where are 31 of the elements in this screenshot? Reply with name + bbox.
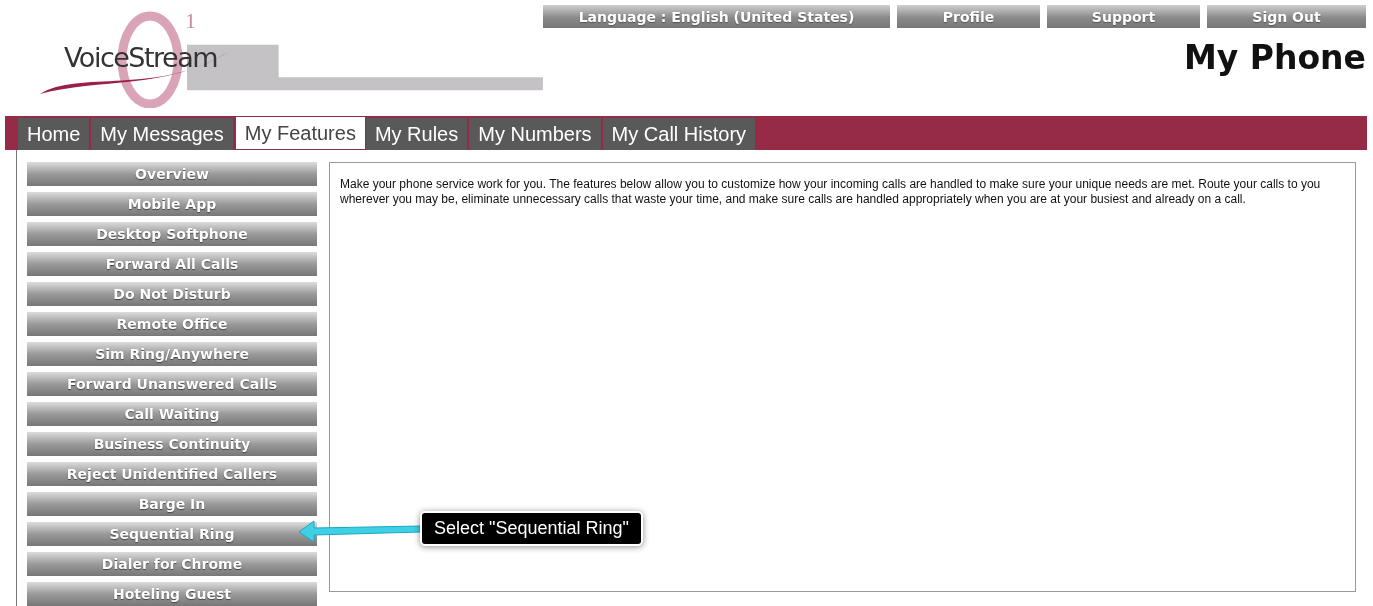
sidebar-item[interactable]: Remote Office (27, 312, 317, 336)
header-link[interactable]: Support (1047, 5, 1200, 28)
arrow-icon (298, 518, 422, 544)
sidebar-item[interactable]: Forward Unanswered Calls (27, 372, 317, 396)
sidebar-item[interactable]: Barge In (27, 492, 317, 516)
sidebar-item[interactable]: Call Waiting (27, 402, 317, 426)
nav-tab[interactable]: My Call History (602, 116, 758, 150)
sidebar-item[interactable]: Hoteling Guest (27, 582, 317, 606)
sidebar-item[interactable]: Mobile App (27, 192, 317, 216)
sidebar-item[interactable]: Business Continuity (27, 432, 317, 456)
header-link[interactable]: Sign Out (1207, 5, 1366, 28)
callout-tooltip: Select "Sequential Ring" (420, 511, 643, 546)
description-text: Make your phone service work for you. The features below allow you to customize how your incoming calls are handled to make sure your unique needs are met. Route your calls to you wherever you may be, eliminate unnecessary calls that waste your time, and make sure calls are handled appropriately when you are at your busiest and already on a call. (340, 177, 1322, 207)
nav-tab[interactable]: My Messages (91, 116, 235, 150)
sidebar-item[interactable]: Do Not Disturb (27, 282, 317, 306)
header-link[interactable]: Profile (897, 5, 1040, 28)
nav-tab[interactable]: My Features (234, 116, 366, 150)
sidebar-item[interactable]: Forward All Calls (27, 252, 317, 276)
sidebar-item[interactable]: Reject Unidentified Callers (27, 462, 317, 486)
sidebar-item[interactable]: Sequential Ring (27, 522, 317, 546)
sidebar-item[interactable]: Overview (27, 162, 317, 186)
sidebar-item[interactable]: Sim Ring/Anywhere (27, 342, 317, 366)
nav-tab[interactable]: Home (18, 116, 92, 150)
logo-text: VoiceStream (64, 42, 218, 73)
nav-tab[interactable]: My Rules (365, 116, 470, 150)
nav-tab[interactable]: My Numbers (469, 116, 603, 150)
logo-mark: 1 (185, 8, 196, 34)
page-title: My Phone (1183, 38, 1366, 77)
sidebar-item[interactable]: Desktop Softphone (27, 222, 317, 246)
sidebar-item[interactable]: Dialer for Chrome (27, 552, 317, 576)
header-link[interactable]: Language : English (United States) (543, 5, 890, 28)
